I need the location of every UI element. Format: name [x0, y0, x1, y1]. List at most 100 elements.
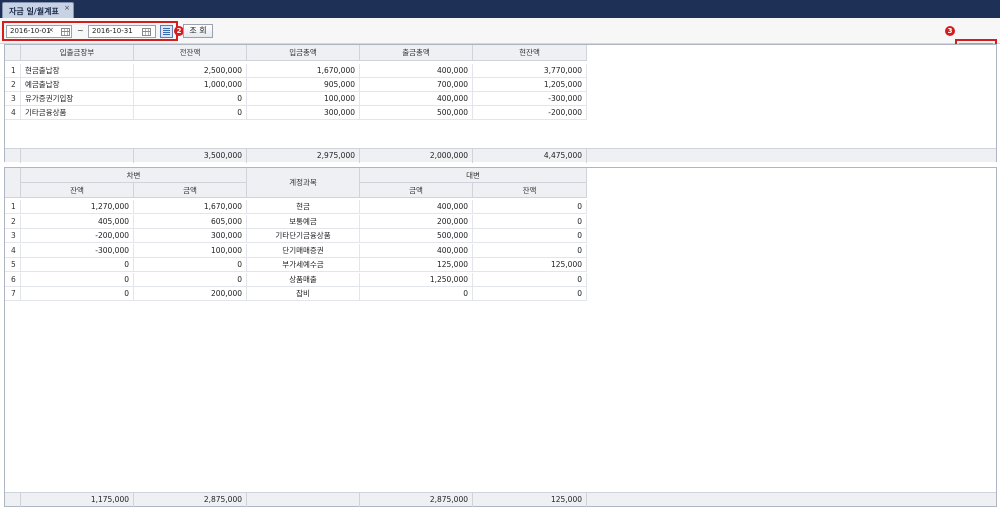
table-cell[interactable]: 기타단기금융상품 — [247, 229, 360, 243]
table-cell[interactable]: 기타금융상품 — [21, 106, 134, 120]
search-button[interactable]: 조 회 — [183, 24, 213, 38]
totals-label — [5, 493, 21, 507]
column-header: 출금총액 — [360, 45, 473, 61]
table-cell[interactable]: 0 — [21, 272, 134, 287]
app-window: 자금 일/월계표 × 2016-10-01 × ~ 2016-10-31 출 력 — [0, 0, 1000, 511]
table-cell[interactable]: 500,000 — [360, 106, 473, 120]
table-cell[interactable]: 보통예금 — [247, 214, 360, 229]
date-from-input[interactable]: 2016-10-01 × — [6, 25, 72, 38]
period-grid-icon — [163, 28, 170, 35]
totals-label — [5, 149, 21, 163]
column-header: 현잔액 — [473, 45, 587, 61]
group-header-credit: 대변 — [360, 168, 587, 183]
table-cell[interactable]: 400,000 — [360, 92, 473, 106]
date-to-value: 2016-10-31 — [92, 27, 133, 35]
table-cell[interactable]: 부가세예수금 — [247, 258, 360, 272]
table-cell[interactable]: 단기매매증권 — [247, 243, 360, 258]
table-cell[interactable]: 200,000 — [134, 287, 247, 301]
table-cell[interactable]: 400,000 — [360, 243, 473, 258]
table-cell[interactable]: 0 — [473, 272, 587, 287]
ledger-summary-table: 입출금장부 전잔액 입금총액 출금총액 현잔액 1 현금출납장 2,500,000 1,670,… — [5, 45, 996, 163]
table-cell[interactable]: 2,500,000 — [134, 64, 247, 78]
table-cell[interactable]: -300,000 — [21, 243, 134, 258]
table-cell[interactable]: 현금 — [247, 200, 360, 214]
table-cell[interactable]: -200,000 — [21, 229, 134, 243]
totals-cell: 125,000 — [473, 493, 587, 507]
table-cell[interactable]: 100,000 — [247, 92, 360, 106]
table-cell[interactable]: 0 — [473, 214, 587, 229]
table-cell[interactable]: 0 — [134, 92, 247, 106]
table-cell[interactable]: 700,000 — [360, 78, 473, 92]
table-cell[interactable]: 3,770,000 — [473, 64, 587, 78]
totals-cell: 2,875,000 — [360, 493, 473, 507]
table-cell[interactable]: -200,000 — [473, 106, 587, 120]
table-cell[interactable]: 예금출납장 — [21, 78, 134, 92]
calendar-icon[interactable] — [61, 28, 70, 36]
table-cell[interactable]: 0 — [21, 287, 134, 301]
header-rownum — [5, 45, 21, 61]
table-cell[interactable]: 0 — [134, 106, 247, 120]
table-cell[interactable]: 0 — [21, 258, 134, 272]
table-cell[interactable]: 605,000 — [134, 214, 247, 229]
table-cell[interactable]: 0 — [473, 200, 587, 214]
callout-marker-3: 3 — [945, 26, 955, 36]
table-cell[interactable]: -300,000 — [473, 92, 587, 106]
table-cell[interactable]: 300,000 — [247, 106, 360, 120]
ledger-summary-grid: 입출금장부 전잔액 입금총액 출금총액 현잔액 1 현금출납장 2,500,000 1,670,… — [4, 44, 997, 163]
toolbar: 2016-10-01 × ~ 2016-10-31 출 력 — [0, 18, 1000, 59]
table-cell[interactable]: 1,670,000 — [134, 200, 247, 214]
row-number: 4 — [5, 106, 21, 120]
table-cell[interactable]: 100,000 — [134, 243, 247, 258]
header-rownum — [5, 168, 21, 198]
table-cell[interactable]: 300,000 — [134, 229, 247, 243]
table-cell[interactable]: 0 — [134, 272, 247, 287]
table-cell[interactable]: 405,000 — [21, 214, 134, 229]
period-select-button[interactable] — [160, 25, 173, 38]
column-header: 전잔액 — [134, 45, 247, 61]
table-cell[interactable]: 0 — [360, 287, 473, 301]
row-number: 2 — [5, 78, 21, 92]
table-cell[interactable]: 0 — [473, 243, 587, 258]
tab-label: 자금 일/월계표 — [9, 7, 59, 16]
tab-cash-report[interactable]: 자금 일/월계표 × — [2, 2, 74, 18]
column-header-debit-balance: 잔액 — [21, 183, 134, 198]
table-cell[interactable]: 1,250,000 — [360, 272, 473, 287]
tab-close-icon[interactable]: × — [64, 4, 70, 12]
table-cell[interactable]: 현금출납장 — [21, 64, 134, 78]
group-header-debit: 차변 — [21, 168, 247, 183]
table-cell[interactable]: 500,000 — [360, 229, 473, 243]
table-cell[interactable]: 1,670,000 — [247, 64, 360, 78]
totals-cell: 4,475,000 — [473, 149, 587, 163]
table-cell[interactable]: 유가증권기입장 — [21, 92, 134, 106]
totals-cell: 2,975,000 — [247, 149, 360, 163]
date-range-group: 2016-10-01 × ~ 2016-10-31 — [2, 21, 178, 41]
row-number: 3 — [5, 229, 21, 243]
row-number: 7 — [5, 287, 21, 301]
table-cell[interactable]: 200,000 — [360, 214, 473, 229]
table-cell[interactable]: 잡비 — [247, 287, 360, 301]
row-number: 4 — [5, 243, 21, 258]
table-cell[interactable]: 125,000 — [473, 258, 587, 272]
table-cell[interactable]: 905,000 — [247, 78, 360, 92]
calendar-icon[interactable] — [142, 28, 151, 36]
row-number: 5 — [5, 258, 21, 272]
totals-cell: 2,000,000 — [360, 149, 473, 163]
column-header-credit-balance: 잔액 — [473, 183, 587, 198]
totals-label — [21, 149, 134, 163]
table-cell[interactable]: 400,000 — [360, 200, 473, 214]
table-cell[interactable]: 0 — [473, 229, 587, 243]
table-cell[interactable]: 400,000 — [360, 64, 473, 78]
table-cell[interactable]: 125,000 — [360, 258, 473, 272]
table-cell[interactable]: 1,270,000 — [21, 200, 134, 214]
column-header-credit-amount: 금액 — [360, 183, 473, 198]
table-cell[interactable]: 0 — [473, 287, 587, 301]
date-to-input[interactable]: 2016-10-31 — [88, 25, 156, 38]
totals-cell: 1,175,000 — [21, 493, 134, 507]
table-cell[interactable]: 1,000,000 — [134, 78, 247, 92]
date-from-clear-icon[interactable]: × — [48, 26, 54, 34]
table-cell[interactable]: 0 — [134, 258, 247, 272]
column-header: 입금총액 — [247, 45, 360, 61]
table-cell[interactable]: 상품매출 — [247, 272, 360, 287]
table-cell[interactable]: 1,205,000 — [473, 78, 587, 92]
account-summary-grid: 차변 계정과목 대변 잔액 금액 금액 잔액 1 1,270,000 1,670,000 현금 400… — [4, 167, 997, 507]
